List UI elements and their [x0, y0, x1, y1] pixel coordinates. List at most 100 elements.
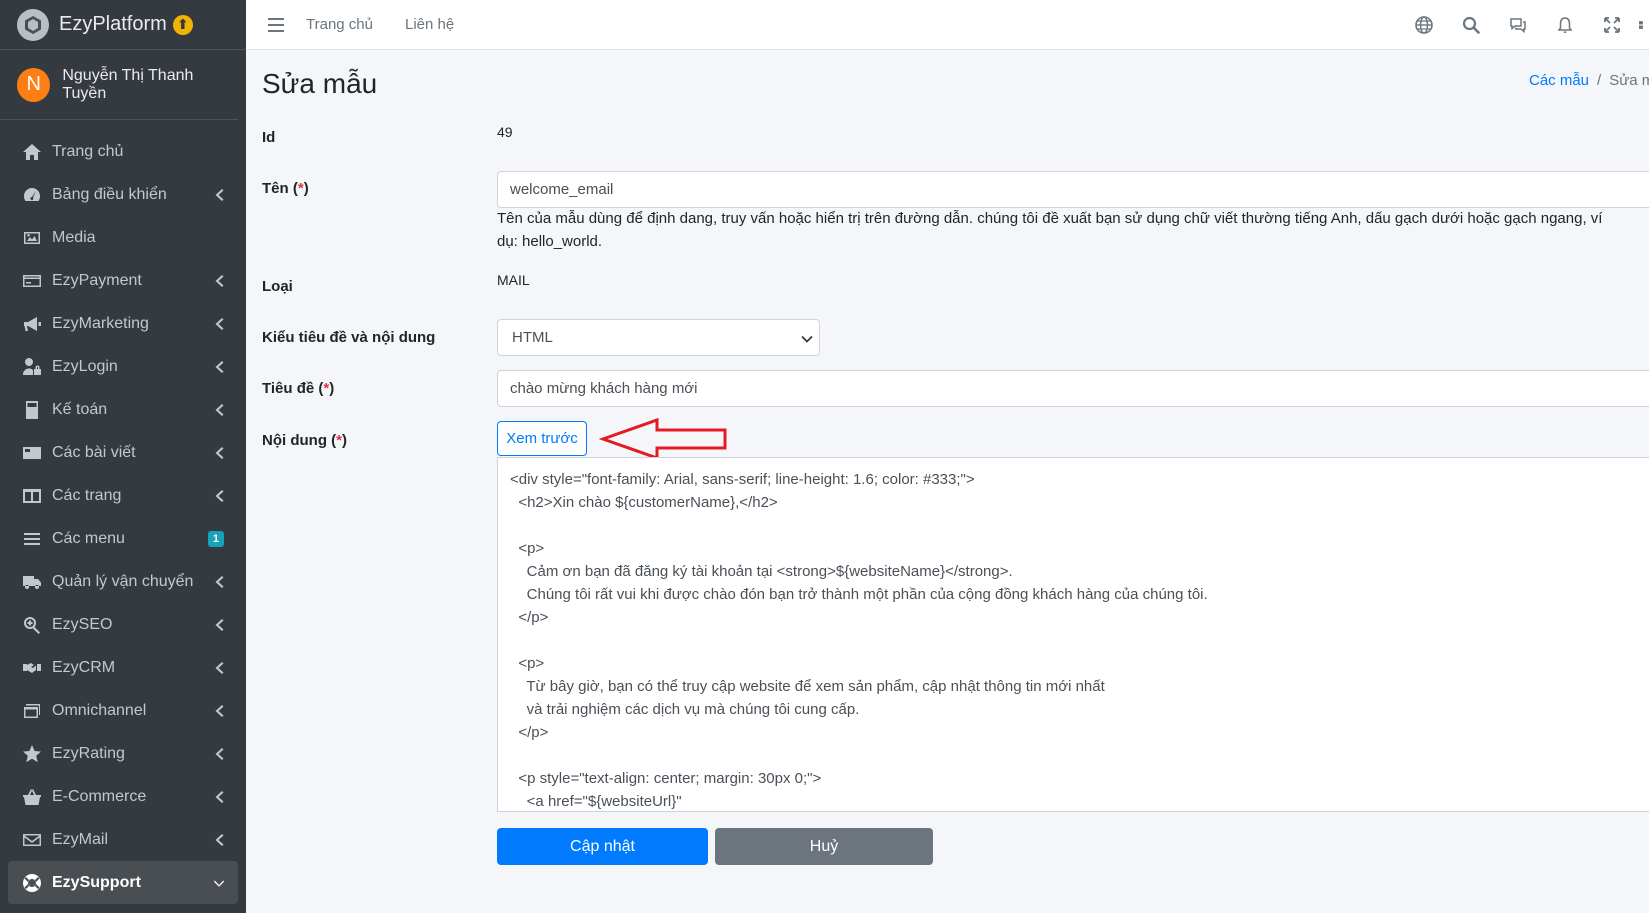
newspaper-icon [22, 443, 42, 463]
menu-toggle-icon[interactable] [246, 17, 306, 32]
sidebar-item-label: EzyMarketing [52, 314, 149, 332]
shopping-basket-icon [22, 787, 42, 807]
count-badge: 1 [207, 530, 224, 547]
sidebar-item-label: EzySupport [52, 873, 141, 891]
sidebar-item-label: Các bài viết [52, 443, 136, 461]
name-label-text: Tên ( [262, 180, 298, 197]
chevron-left-icon [214, 403, 224, 417]
life-ring-icon [22, 873, 42, 893]
format-select[interactable]: HTML [497, 319, 820, 356]
content-textarea[interactable]: <div style="font-family: Arial, sans-ser… [497, 457, 1649, 812]
user-lock-icon [22, 357, 42, 377]
sidebar-item-2[interactable]: Media [0, 216, 246, 259]
chevron-left-icon [214, 317, 224, 331]
sidebar-item-label: EzyLogin [52, 357, 118, 375]
sidebar-nav: Trang chủ Bảng điều khiển Media EzyPayment E… [0, 120, 246, 904]
subject-label: Tiêu đề (*) [262, 380, 334, 397]
main-content: Sửa mẫu Các mẫu / Sửa mẫu Id 49 Tên (*) we… [246, 50, 1649, 913]
brand-logo-icon [17, 8, 49, 41]
user-panel[interactable]: N Nguyễn Thị Thanh Tuyền [0, 50, 238, 120]
type-value: MAIL [497, 272, 530, 288]
chevron-left-icon [214, 790, 224, 804]
user-name: Nguyễn Thị Thanh Tuyền [62, 66, 194, 102]
sidebar-item-11[interactable]: EzySEO [0, 603, 246, 646]
sidebar-item-14[interactable]: EzyRating [0, 732, 246, 775]
star-icon [22, 744, 42, 764]
id-label: Id [262, 129, 276, 146]
sidebar-item-10[interactable]: Quản lý vận chuyển [0, 560, 246, 603]
bars-icon [22, 529, 42, 549]
envelope-icon [22, 830, 42, 850]
sidebar-item-label: Media [52, 228, 96, 246]
sidebar-item-label: Kế toán [52, 400, 108, 418]
sidebar-item-15[interactable]: E-Commerce [0, 775, 246, 818]
name-label: Tên (*) [262, 180, 309, 197]
handshake-icon [22, 658, 42, 678]
sidebar-item-0[interactable]: Trang chủ [0, 130, 246, 173]
brand[interactable]: EzyPlatform ⬆ [0, 0, 246, 50]
chevron-left-icon [214, 833, 224, 847]
bell-icon[interactable] [1541, 16, 1588, 34]
topbar-link-home[interactable]: Trang chủ [306, 16, 373, 33]
sidebar: EzyPlatform ⬆ N Nguyễn Thị Thanh Tuyền T… [0, 0, 246, 913]
avatar: N [17, 67, 51, 102]
content-label: Nội dung (*) [262, 432, 347, 449]
chevron-down-icon [801, 332, 813, 349]
preview-button[interactable]: Xem trước [497, 421, 587, 456]
topbar-link-contact[interactable]: Liên hệ [405, 16, 454, 33]
chevron-left-icon [214, 704, 224, 718]
sidebar-item-9[interactable]: Các menu 1 [0, 517, 246, 560]
chevron-left-icon [214, 489, 224, 503]
chevron-left-icon [214, 747, 224, 761]
search-icon[interactable] [1447, 16, 1494, 34]
breadcrumb-current: Sửa mẫu [1609, 72, 1649, 89]
sidebar-item-5[interactable]: EzyLogin [0, 345, 246, 388]
sidebar-item-label: E-Commerce [52, 787, 147, 805]
truck-icon [22, 572, 42, 592]
sidebar-item-17[interactable]: EzySupport [8, 861, 238, 904]
sidebar-item-13[interactable]: Omnichannel [0, 689, 246, 732]
sidebar-item-3[interactable]: EzyPayment [0, 259, 246, 302]
breadcrumb: Các mẫu / Sửa mẫu [1529, 72, 1649, 89]
chevron-left-icon [214, 446, 224, 460]
sidebar-item-label: Quản lý vận chuyển [52, 572, 194, 590]
sidebar-item-4[interactable]: EzyMarketing [0, 302, 246, 345]
megaphone-icon [22, 314, 42, 334]
chevron-left-icon [214, 618, 224, 632]
close-paren: ) [329, 380, 335, 397]
breadcrumb-link-templates[interactable]: Các mẫu [1529, 72, 1589, 89]
close-paren: ) [303, 180, 309, 197]
sidebar-item-7[interactable]: Các bài viết [0, 431, 246, 474]
id-value: 49 [497, 124, 513, 140]
sidebar-item-8[interactable]: Các trang [0, 474, 246, 517]
apps-grid-icon[interactable] [1635, 16, 1649, 34]
chevron-left-icon [214, 575, 224, 589]
subject-label-text: Tiêu đề ( [262, 380, 324, 397]
sidebar-item-label: Các trang [52, 486, 122, 504]
sidebar-item-label: EzyPayment [52, 271, 142, 289]
sidebar-item-1[interactable]: Bảng điều khiển [0, 173, 246, 216]
calculator-icon [22, 400, 42, 420]
update-button[interactable]: Cập nhật [497, 828, 708, 865]
breadcrumb-separator: / [1597, 72, 1602, 89]
chevron-left-icon [214, 274, 224, 288]
format-label: Kiểu tiêu đề và nội dung [262, 329, 436, 346]
brand-name: EzyPlatform [59, 13, 167, 35]
sidebar-item-12[interactable]: EzyCRM [0, 646, 246, 689]
image-icon [22, 228, 42, 248]
cancel-button[interactable]: Huỷ [715, 828, 933, 865]
fullscreen-icon[interactable] [1588, 16, 1635, 34]
name-help-text: Tên của mẫu dùng để định dang, truy vấn … [497, 210, 1603, 250]
sidebar-item-label: EzyCRM [52, 658, 116, 676]
sidebar-item-16[interactable]: EzyMail [0, 818, 246, 861]
chevron-left-icon [214, 360, 224, 374]
sidebar-item-label: Omnichannel [52, 701, 147, 719]
name-input[interactable]: welcome_email [497, 171, 1649, 208]
credit-card-icon [22, 271, 42, 291]
globe-icon[interactable] [1400, 16, 1447, 34]
subject-input[interactable]: chào mừng khách hàng mới [497, 370, 1649, 407]
content-label-text: Nội dung ( [262, 432, 337, 449]
sidebar-item-6[interactable]: Kế toán [0, 388, 246, 431]
comments-icon[interactable] [1494, 16, 1541, 34]
sidebar-item-label: Bảng điều khiển [52, 185, 167, 203]
